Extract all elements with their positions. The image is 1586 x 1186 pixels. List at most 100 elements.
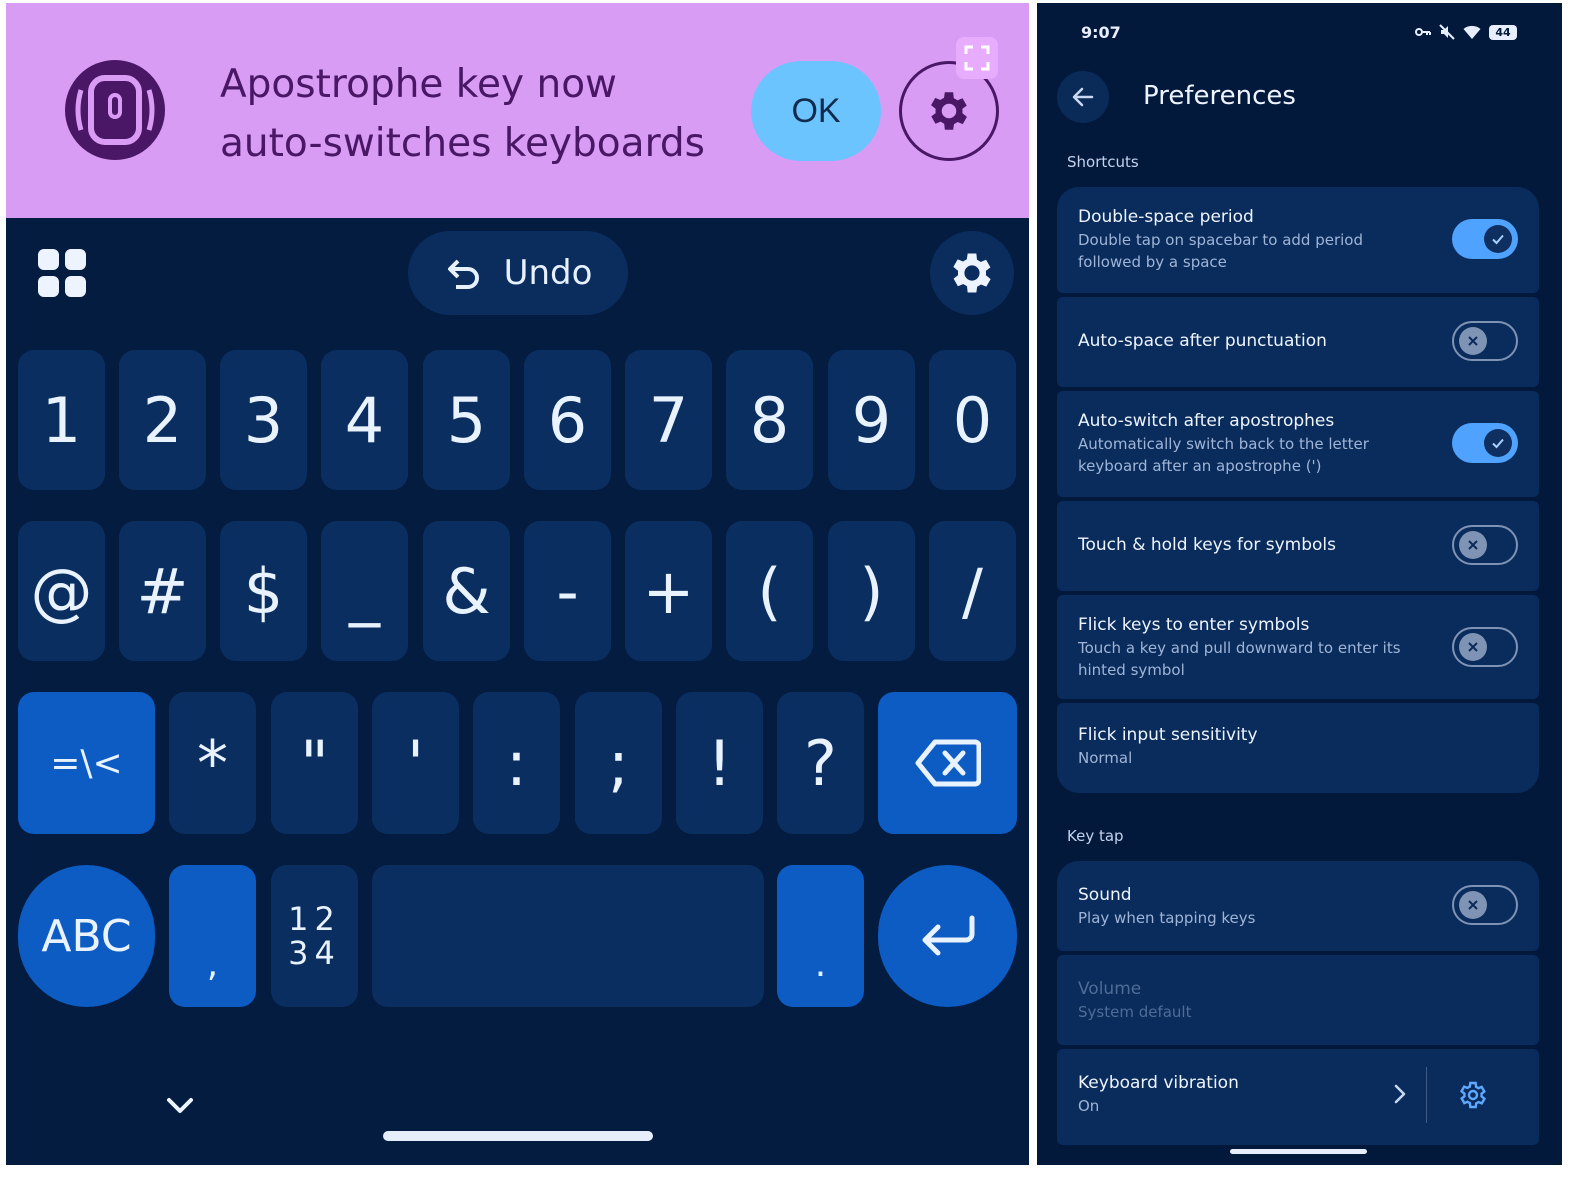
key[interactable]: ' xyxy=(372,692,459,834)
key[interactable]: + xyxy=(625,521,712,661)
pref-title: Keyboard vibration xyxy=(1078,1073,1239,1093)
pref-subtitle: Double tap on spacebar to add period fol… xyxy=(1078,229,1408,273)
fullscreen-button[interactable] xyxy=(956,37,998,79)
chevron-down-icon xyxy=(167,1098,193,1113)
key[interactable]: * xyxy=(169,692,256,834)
auto-switch-apostrophes-toggle[interactable] xyxy=(1452,423,1518,463)
double-space-period-toggle[interactable] xyxy=(1452,219,1518,259)
key[interactable]: - xyxy=(524,521,611,661)
vibration-settings-button[interactable] xyxy=(1457,1079,1489,1111)
numpad-key[interactable]: 12 34 xyxy=(271,865,358,1007)
flick-keys-toggle[interactable] xyxy=(1452,627,1518,667)
tip-message: Apostrophe key now auto-switches keyboar… xyxy=(220,55,740,173)
key[interactable]: 5 xyxy=(423,350,510,490)
touch-hold-symbols-toggle[interactable] xyxy=(1452,525,1518,565)
collapse-keyboard-button[interactable] xyxy=(163,1088,197,1122)
check-icon xyxy=(1492,234,1504,245)
pref-row-touch-hold-symbols[interactable]: Touch & hold keys for symbols xyxy=(1057,501,1539,591)
arrow-back-icon xyxy=(1072,87,1094,107)
gesture-handle xyxy=(383,1131,653,1141)
battery-icon: 44 xyxy=(1489,24,1517,40)
pref-subtitle-line1: Automatically switch back to the letter xyxy=(1078,435,1369,453)
pref-row-double-space-period[interactable]: Double-space period Double tap on spaceb… xyxy=(1057,187,1539,293)
key[interactable]: ) xyxy=(828,521,915,661)
gesture-handle xyxy=(1230,1149,1367,1154)
gear-icon xyxy=(953,253,991,293)
key[interactable]: 7 xyxy=(625,350,712,490)
pref-subtitle: Automatically switch back to the letter … xyxy=(1078,433,1408,477)
section-label-key-tap: Key tap xyxy=(1067,827,1124,845)
pref-row-sound[interactable]: Sound Play when tapping keys xyxy=(1057,861,1539,951)
pref-subtitle: System default xyxy=(1078,1003,1192,1021)
back-button[interactable] xyxy=(1057,71,1109,123)
key[interactable]: ? xyxy=(777,692,864,834)
toggle-thumb xyxy=(1459,633,1487,661)
key[interactable]: & xyxy=(423,521,510,661)
key[interactable]: # xyxy=(119,521,206,661)
status-time: 9:07 xyxy=(1081,23,1121,42)
spacebar-key[interactable] xyxy=(372,865,764,1007)
gear-icon xyxy=(931,92,967,130)
keyboard-settings-button[interactable] xyxy=(930,231,1014,315)
key[interactable]: 1 xyxy=(18,350,105,490)
key[interactable]: _ xyxy=(321,521,408,661)
key[interactable]: 2 xyxy=(119,350,206,490)
pref-subtitle: Normal xyxy=(1078,749,1133,767)
key[interactable]: : xyxy=(473,692,560,834)
comma-key[interactable]: , xyxy=(169,865,256,1007)
key[interactable]: ( xyxy=(726,521,813,661)
pref-title: Flick keys to enter symbols xyxy=(1078,615,1310,635)
key[interactable]: 9 xyxy=(828,350,915,490)
pref-subtitle-line2: hinted symbol xyxy=(1078,661,1185,679)
numpad-bottom-label: 34 xyxy=(288,934,341,972)
enter-key[interactable] xyxy=(878,865,1017,1007)
backspace-icon xyxy=(915,739,981,787)
pref-row-keyboard-vibration[interactable]: Keyboard vibration On xyxy=(1057,1049,1539,1145)
key[interactable]: ! xyxy=(676,692,763,834)
status-icons: 44 xyxy=(1415,24,1517,40)
close-icon xyxy=(1468,642,1478,652)
abc-key[interactable]: ABC xyxy=(18,865,155,1007)
key[interactable]: 6 xyxy=(524,350,611,490)
undo-icon xyxy=(447,259,479,289)
key[interactable]: $ xyxy=(220,521,307,661)
pref-subtitle-line1: Touch a key and pull downward to enter i… xyxy=(1078,639,1401,657)
pref-row-flick-input-sensitivity[interactable]: Flick input sensitivity Normal xyxy=(1057,703,1539,793)
pref-row-auto-switch-after-apostrophes[interactable]: Auto-switch after apostrophes Automatica… xyxy=(1057,391,1539,497)
pref-subtitle: Play when tapping keys xyxy=(1078,909,1256,927)
section-label-shortcuts: Shortcuts xyxy=(1067,153,1139,171)
period-key[interactable]: . xyxy=(777,865,864,1007)
key[interactable]: / xyxy=(929,521,1016,661)
key[interactable]: " xyxy=(271,692,358,834)
apps-grid-button[interactable] xyxy=(37,248,87,298)
pref-title: Auto-space after punctuation xyxy=(1078,331,1327,351)
wifi-icon xyxy=(1463,25,1481,39)
sound-toggle[interactable] xyxy=(1452,885,1518,925)
apps-grid-icon xyxy=(38,249,86,297)
undo-button[interactable]: Undo xyxy=(408,231,628,315)
key[interactable]: 0 xyxy=(929,350,1016,490)
check-icon xyxy=(1492,438,1504,449)
key[interactable]: @ xyxy=(18,521,105,661)
vpn-key-icon xyxy=(1415,28,1431,36)
fullscreen-icon xyxy=(964,45,990,71)
backspace-key[interactable] xyxy=(878,692,1017,834)
close-icon xyxy=(1468,900,1478,910)
pref-subtitle-line2: keyboard after an apostrophe (') xyxy=(1078,457,1322,475)
ok-button[interactable]: OK xyxy=(751,61,881,161)
tip-message-line1: Apostrophe key now xyxy=(220,62,617,107)
keyboard-panel: Apostrophe key now auto-switches keyboar… xyxy=(6,3,1029,1165)
divider xyxy=(1426,1067,1427,1123)
key[interactable]: ; xyxy=(575,692,662,834)
auto-space-toggle[interactable] xyxy=(1452,321,1518,361)
pref-row-auto-space-after-punctuation[interactable]: Auto-space after punctuation xyxy=(1057,297,1539,387)
key[interactable]: 3 xyxy=(220,350,307,490)
pref-title: Flick input sensitivity xyxy=(1078,725,1258,745)
key[interactable]: 4 xyxy=(321,350,408,490)
pref-title: Touch & hold keys for symbols xyxy=(1078,535,1336,555)
undo-label: Undo xyxy=(503,253,593,293)
more-symbols-key[interactable]: =\< xyxy=(18,692,155,834)
key[interactable]: 8 xyxy=(726,350,813,490)
pref-title: Volume xyxy=(1078,979,1142,999)
pref-row-flick-keys-symbols[interactable]: Flick keys to enter symbols Touch a key … xyxy=(1057,595,1539,699)
